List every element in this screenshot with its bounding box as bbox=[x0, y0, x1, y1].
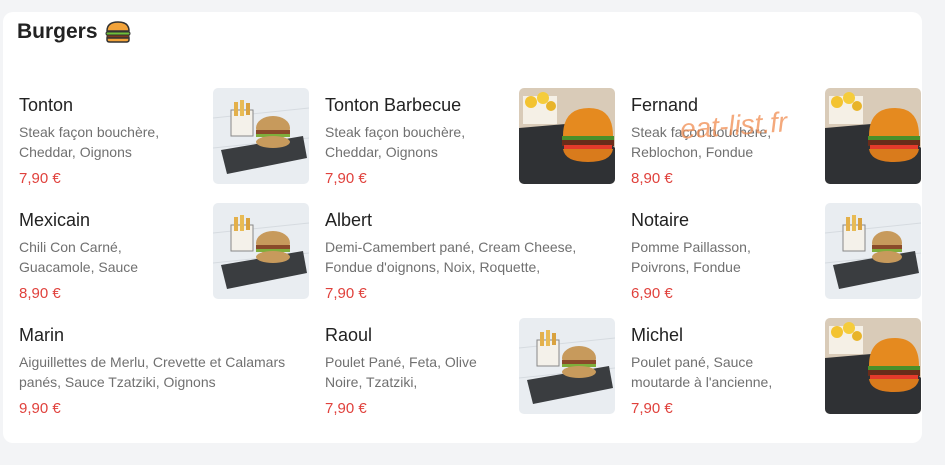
item-photo[interactable] bbox=[213, 88, 309, 184]
item-name: Michel bbox=[631, 325, 684, 345]
item-description: Aiguillettes de Merlu, Crevette et Calam… bbox=[19, 354, 286, 390]
menu-item[interactable]: Mexicain Chili Con Carné, Guacamole, Sau… bbox=[19, 203, 309, 307]
item-name: Tonton Barbecue bbox=[325, 95, 462, 115]
item-name: Notaire bbox=[631, 210, 690, 230]
item-name: Mexicain bbox=[19, 210, 91, 230]
item-description: Poulet Pané, Feta, Olive Noire, Tzatziki… bbox=[325, 354, 477, 390]
item-photo[interactable] bbox=[825, 203, 921, 299]
item-name: Marin bbox=[19, 325, 65, 345]
item-description: Pomme Paillasson, Poivrons, Fondue bbox=[631, 239, 751, 275]
item-description: Chili Con Carné, Guacamole, Sauce bbox=[19, 239, 139, 275]
item-photo[interactable] bbox=[825, 318, 921, 414]
item-price: 7,90 € bbox=[19, 170, 61, 187]
item-price: 7,90 € bbox=[325, 285, 367, 302]
section-title: Burgers bbox=[17, 20, 98, 43]
item-description: Poulet pané, Sauce moutarde à l'ancienne… bbox=[631, 354, 773, 390]
item-photo[interactable] bbox=[519, 88, 615, 184]
item-price: 7,90 € bbox=[325, 170, 367, 187]
item-price: 6,90 € bbox=[631, 285, 673, 302]
item-price: 9,90 € bbox=[19, 400, 61, 417]
item-photo[interactable] bbox=[519, 318, 615, 414]
item-description: Steak façon bouchère, Cheddar, Oignons bbox=[19, 124, 160, 160]
section-header: Burgers bbox=[17, 20, 132, 44]
item-price: 8,90 € bbox=[631, 170, 673, 187]
item-photo[interactable] bbox=[213, 203, 309, 299]
menu-item[interactable]: Albert Demi-Camembert pané, Cream Cheese… bbox=[325, 207, 615, 307]
menu-item[interactable]: Marin Aiguillettes de Merlu, Crevette et… bbox=[19, 322, 309, 422]
item-name: Raoul bbox=[325, 325, 373, 345]
item-description: Steak façon bouchère, Cheddar, Oignons bbox=[325, 124, 466, 160]
item-price: 7,90 € bbox=[631, 400, 673, 417]
item-price: 8,90 € bbox=[19, 285, 61, 302]
item-name: Albert bbox=[325, 210, 373, 230]
item-description: Demi-Camembert pané, Cream Cheese, Fondu… bbox=[325, 239, 577, 275]
menu-item[interactable]: Notaire Pomme Paillasson, Poivrons, Fond… bbox=[631, 203, 921, 307]
menu-item[interactable]: Tonton Barbecue Steak façon bouchère, Ch… bbox=[325, 88, 615, 192]
item-photo[interactable] bbox=[825, 88, 921, 184]
burger-icon bbox=[105, 21, 131, 43]
menu-item[interactable]: Michel Poulet pané, Sauce moutarde à l'a… bbox=[631, 318, 921, 422]
menu-item[interactable]: Raoul Poulet Pané, Feta, Olive Noire, Tz… bbox=[325, 318, 615, 422]
item-price: 7,90 € bbox=[325, 400, 367, 417]
menu-item[interactable]: Tonton Steak façon bouchère, Cheddar, Oi… bbox=[19, 88, 309, 192]
item-name: Tonton bbox=[19, 95, 74, 115]
